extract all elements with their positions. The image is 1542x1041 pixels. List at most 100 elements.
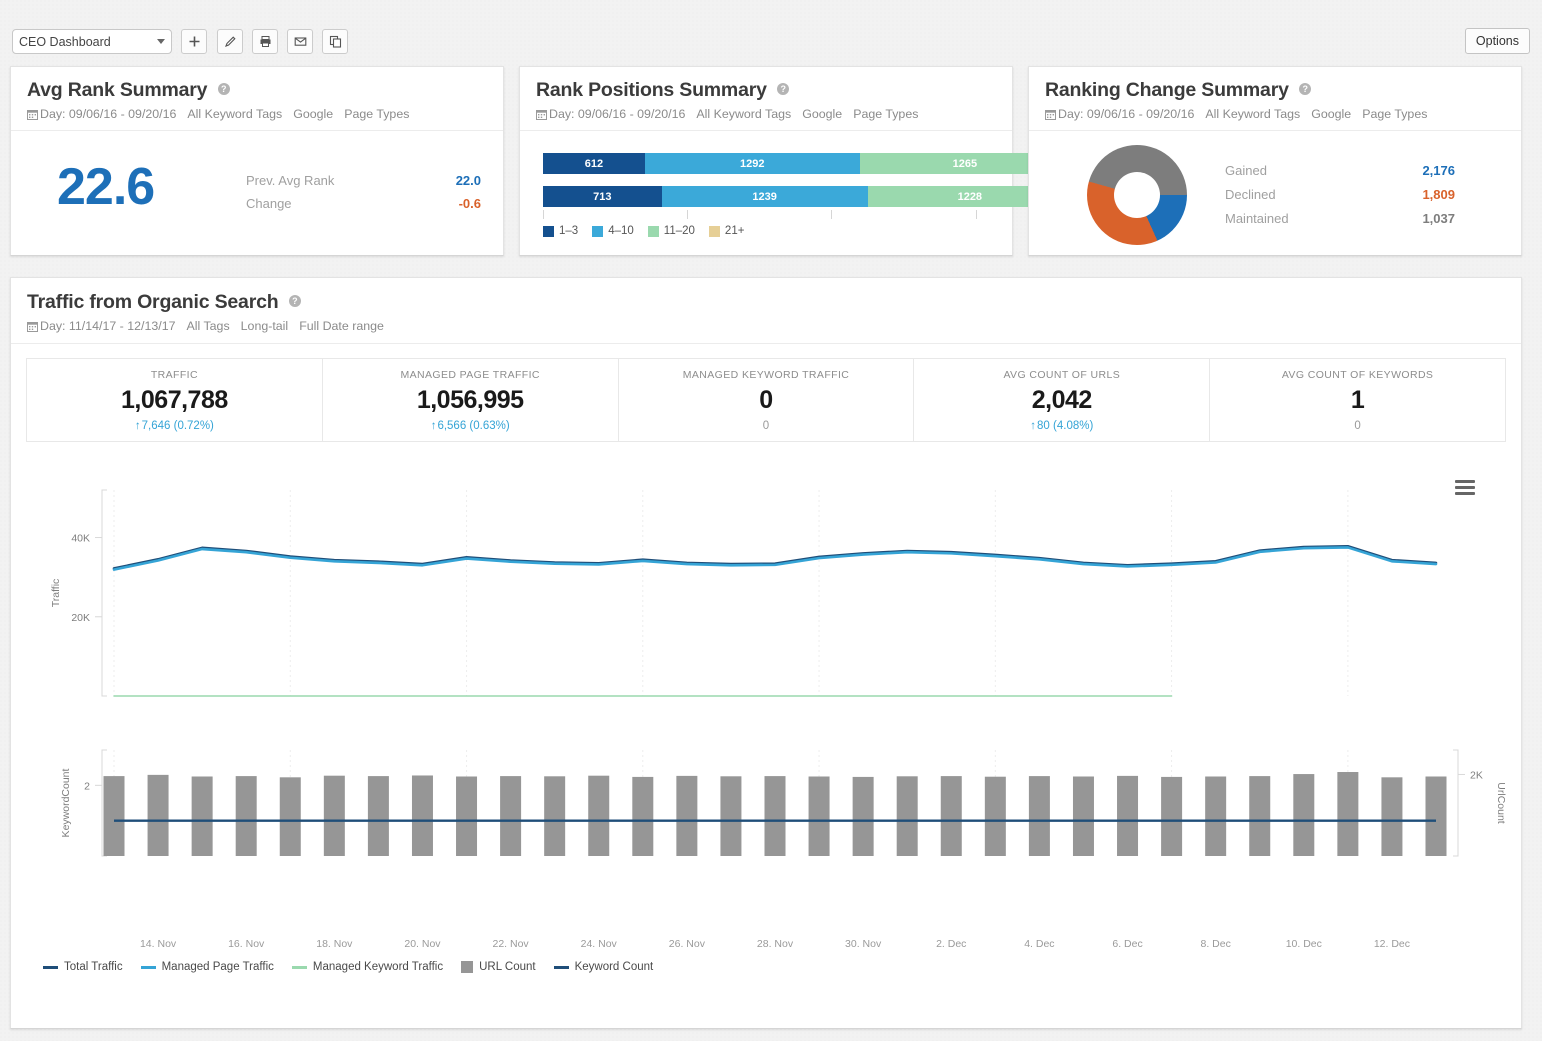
url-count-bar[interactable]	[1205, 777, 1226, 857]
legend-label: 21+	[725, 225, 745, 237]
url-count-bar[interactable]	[192, 777, 213, 857]
meta-page-types[interactable]: Page Types	[1362, 107, 1427, 121]
dashboard-select[interactable]: CEO Dashboard	[12, 29, 172, 54]
url-count-bar[interactable]	[720, 776, 741, 856]
url-count-bar[interactable]	[676, 776, 697, 856]
add-widget-button[interactable]	[181, 29, 207, 54]
url-count-bar[interactable]	[1073, 777, 1094, 857]
url-count-bar[interactable]	[148, 775, 169, 856]
kpi-cell: MANAGED PAGE TRAFFIC1,056,995↑6,566 (0.6…	[323, 359, 619, 441]
change-value: -0.6	[459, 196, 481, 211]
url-count-bar[interactable]	[632, 777, 653, 856]
rank-legend-item[interactable]: 4–10	[592, 225, 634, 237]
kpi-cell: TRAFFIC1,067,788↑7,646 (0.72%)	[27, 359, 323, 441]
meta-search-engine[interactable]: Google	[1311, 107, 1351, 121]
url-count-bar[interactable]	[588, 776, 609, 856]
meta-search-engine[interactable]: Google	[802, 107, 842, 121]
rank-legend-item[interactable]: 11–20	[648, 225, 695, 237]
avg-rank-body: 22.6 Prev. Avg Rank 22.0 Change -0.6	[11, 131, 503, 259]
card-title: Rank Positions Summary	[536, 79, 767, 102]
kpi-delta: ↑6,566 (0.63%)	[323, 420, 618, 432]
chevron-down-icon	[157, 39, 165, 44]
url-count-bar[interactable]	[236, 776, 257, 856]
legend-swatch	[709, 226, 720, 237]
maintained-row: Maintained 1,037	[1225, 211, 1455, 226]
meta-date: Day: 09/06/16 - 09/20/16	[549, 107, 685, 121]
ranking-change-donut-chart	[1087, 145, 1187, 245]
rank-legend-item[interactable]: 1–3	[543, 225, 578, 237]
chart-menu-icon[interactable]	[1455, 480, 1475, 495]
traffic-from-organic-search-panel: Traffic from Organic Search ? Day: 11/14…	[10, 277, 1522, 1029]
meta-keyword-tags[interactable]: All Keyword Tags	[696, 107, 791, 121]
meta-keyword-tags[interactable]: All Keyword Tags	[1205, 107, 1300, 121]
url-count-bar[interactable]	[941, 776, 962, 856]
url-count-bar[interactable]	[809, 777, 830, 857]
meta-keyword-tags[interactable]: All Keyword Tags	[187, 107, 282, 121]
chart-legend-item[interactable]: Total Traffic	[43, 961, 123, 973]
url-count-bar[interactable]	[1161, 777, 1182, 856]
avg-rank-value: 22.6	[57, 157, 154, 217]
legend-label: URL Count	[479, 961, 535, 973]
kpi-summary-row: TRAFFIC1,067,788↑7,646 (0.72%)MANAGED PA…	[26, 358, 1506, 442]
kpi-cell: AVG COUNT OF URLS2,042↑80 (4.08%)	[914, 359, 1210, 441]
help-icon[interactable]: ?	[218, 83, 230, 95]
url-count-bar[interactable]	[1249, 776, 1270, 856]
x-axis-tick-label: 12. Dec	[1374, 938, 1410, 950]
meta-page-types[interactable]: Page Types	[853, 107, 918, 121]
url-count-bar[interactable]	[1029, 776, 1050, 856]
url-count-bar[interactable]	[544, 776, 565, 856]
help-icon[interactable]: ?	[289, 295, 301, 307]
url-count-bar[interactable]	[1293, 774, 1314, 856]
duplicate-button[interactable]	[322, 29, 348, 54]
meta-page-types[interactable]: Page Types	[344, 107, 409, 121]
legend-line	[43, 966, 58, 969]
url-count-bar[interactable]	[853, 777, 874, 856]
kpi-label: MANAGED KEYWORD TRAFFIC	[619, 369, 914, 381]
print-button[interactable]	[252, 29, 278, 54]
meta-date-range[interactable]: Full Date range	[299, 319, 384, 333]
kpi-value: 1,056,995	[323, 386, 618, 415]
url-count-bar[interactable]	[456, 777, 477, 857]
legend-swatch	[543, 226, 554, 237]
help-icon[interactable]: ?	[1299, 83, 1311, 95]
rank-position-segment[interactable]: 713	[543, 186, 662, 207]
x-axis-tick-label: 28. Nov	[757, 938, 793, 950]
help-icon[interactable]: ?	[777, 83, 789, 95]
kpi-delta: ↑80 (4.08%)	[914, 420, 1209, 432]
meta-segment[interactable]: Long-tail	[241, 319, 289, 333]
x-axis-tick-label: 4. Dec	[1024, 938, 1054, 950]
url-count-bar[interactable]	[412, 775, 433, 856]
chart-legend-item[interactable]: Managed Page Traffic	[141, 961, 274, 973]
legend-label: Keyword Count	[575, 961, 654, 973]
url-count-bar[interactable]	[1117, 776, 1138, 856]
url-count-bar[interactable]	[897, 776, 918, 856]
meta-search-engine[interactable]: Google	[293, 107, 333, 121]
url-count-bar[interactable]	[104, 776, 125, 856]
email-button[interactable]	[287, 29, 313, 54]
prev-avg-rank-label: Prev. Avg Rank	[246, 173, 456, 188]
edit-dashboard-button[interactable]	[217, 29, 243, 54]
chart-legend-item[interactable]: URL Count	[461, 961, 535, 973]
chart-legend-item[interactable]: Managed Keyword Traffic	[292, 961, 443, 973]
url-count-bar[interactable]	[1337, 772, 1358, 856]
envelope-icon	[294, 35, 307, 48]
url-count-bar[interactable]	[1426, 777, 1447, 857]
pencil-icon	[224, 35, 237, 48]
x-axis-tick-label: 22. Nov	[493, 938, 529, 950]
kpi-value: 0	[619, 386, 914, 415]
url-count-bar[interactable]	[368, 776, 389, 856]
chart-legend-item[interactable]: Keyword Count	[554, 961, 654, 973]
url-count-bar[interactable]	[1381, 777, 1402, 856]
options-button[interactable]: Options	[1465, 28, 1530, 54]
url-count-bar[interactable]	[765, 776, 786, 856]
rank-position-segment[interactable]: 1292	[645, 153, 860, 174]
rank-position-segment[interactable]: 612	[543, 153, 645, 174]
url-count-bar[interactable]	[280, 777, 301, 856]
rank-legend-item[interactable]: 21+	[709, 225, 745, 237]
meta-all-tags[interactable]: All Tags	[186, 319, 229, 333]
url-count-bar[interactable]	[500, 776, 521, 856]
url-count-bar[interactable]	[985, 777, 1006, 856]
url-count-bar[interactable]	[324, 776, 345, 856]
rank-position-segment[interactable]: 1239	[662, 186, 868, 207]
legend-label: 4–10	[608, 225, 634, 237]
